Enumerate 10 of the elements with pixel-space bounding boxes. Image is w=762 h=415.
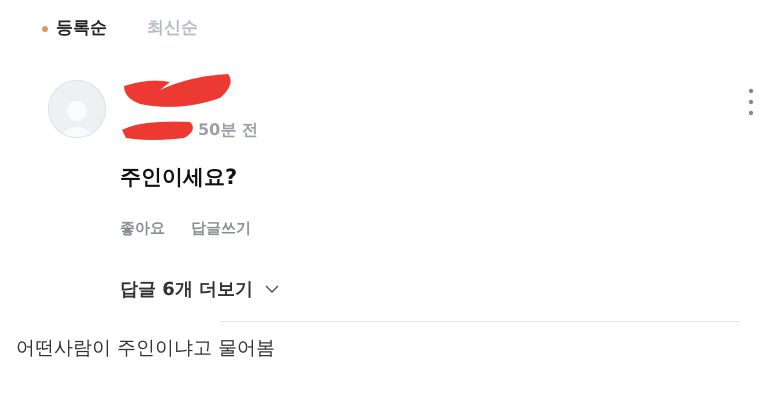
comment-action[interactable]: 답글쓰기	[191, 217, 251, 240]
caption: 어떤사람이 주인이냐고 물어봄	[15, 336, 276, 360]
replies-toggle[interactable]: 답글 6개 더보기	[120, 276, 280, 302]
sort-tab[interactable]: 등록순	[42, 16, 107, 42]
comment-time: 50분 전	[198, 118, 258, 140]
comment-action[interactable]: 좋아요	[120, 217, 165, 240]
more-icon[interactable]	[748, 88, 754, 116]
comment-text: 주인이세요?	[120, 164, 238, 190]
sort-tab[interactable]: 최신순	[147, 16, 198, 42]
chevron-down-icon	[265, 285, 280, 293]
